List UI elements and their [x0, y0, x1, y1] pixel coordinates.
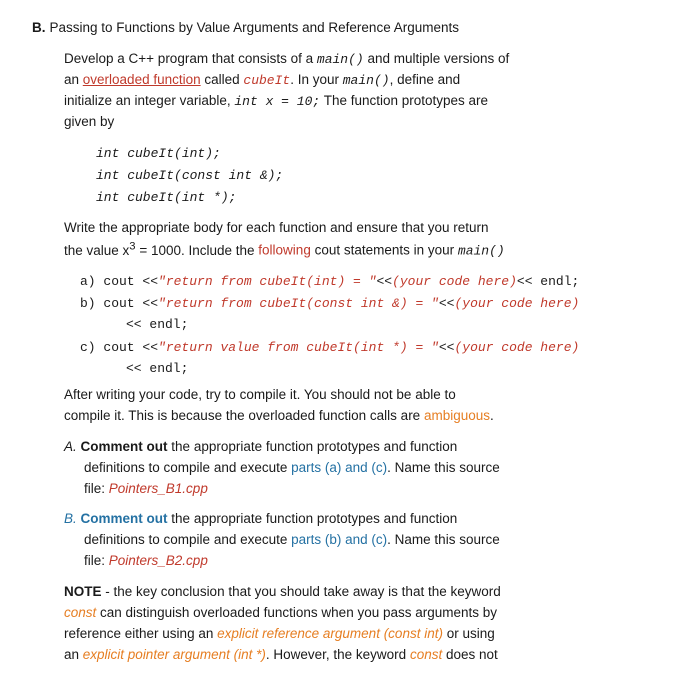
sub-a-text3: . Name this source — [387, 460, 500, 475]
int-x-decl: int x = 10; — [234, 94, 320, 109]
list-a-endl: << endl; — [517, 272, 579, 292]
section-label: B. — [32, 18, 46, 39]
para1-text6: , define and — [390, 72, 461, 87]
para2-text3: cout statements in your — [311, 243, 458, 258]
list-b-str1: "return from cubeIt(const int &) = " — [158, 294, 439, 314]
list-c-endl: << endl; — [126, 361, 188, 376]
cout-list: a) cout << "return from cubeIt(int) = " … — [80, 272, 668, 379]
list-b-endl: << endl; — [126, 317, 188, 332]
note-text6: does not — [442, 647, 498, 662]
list-item-a: a) cout << "return from cubeIt(int) = " … — [80, 272, 668, 292]
note-const1: const — [64, 605, 96, 620]
sub-b-text3: . Name this source — [387, 532, 500, 547]
note-explicit-ref: explicit reference argument (const int) — [217, 626, 443, 641]
ambiguous-word: ambiguous — [424, 408, 490, 423]
sub-b: B. Comment out the appropriate function … — [64, 509, 668, 572]
section-heading: Passing to Functions by Value Arguments … — [50, 18, 459, 39]
list-a-str1: "return from cubeIt(int) = " — [158, 272, 376, 292]
note-or: or using — [443, 626, 495, 641]
para1-text8: The function prototypes are — [320, 93, 488, 108]
sub-a-comment: Comment out — [81, 439, 168, 454]
note-label: NOTE — [64, 584, 102, 599]
para3-text1: After writing your code, try to compile … — [64, 387, 456, 402]
para3-text3: . — [490, 408, 494, 423]
proto-line-3: int cubeIt(int *); — [96, 187, 668, 209]
para3-text2: compile it. This is because the overload… — [64, 408, 424, 423]
sub-a: A. Comment out the appropriate function … — [64, 437, 668, 500]
note-block: NOTE - the key conclusion that you shoul… — [64, 582, 668, 666]
note-text5: . However, the keyword — [266, 647, 410, 662]
proto-1: int cubeIt(int); — [96, 146, 221, 161]
para2-text1: Write the appropriate body for each func… — [64, 220, 489, 235]
para1-text4: called — [201, 72, 244, 87]
para2: Write the appropriate body for each func… — [64, 218, 668, 263]
para1-text7: initialize an integer variable, — [64, 93, 234, 108]
sub-b-comment: Comment out — [81, 511, 168, 526]
para1-text2: and multiple versions of — [364, 51, 510, 66]
following-word: following — [258, 243, 311, 258]
list-a-label: a) cout << — [80, 272, 158, 292]
para1-text5: . In your — [290, 72, 343, 87]
sub-a-indent: definitions to compile and execute — [84, 460, 291, 475]
note-text4: an — [64, 647, 83, 662]
list-c-str1: "return value from cubeIt(int *) = " — [158, 338, 439, 358]
proto-line-1: int cubeIt(int); — [96, 143, 668, 165]
main-func-1: main() — [317, 52, 364, 67]
list-b-label: b) cout << — [80, 294, 158, 314]
para1-text1: Develop a C++ program that consists of a — [64, 51, 317, 66]
note-text2: can distinguish overloaded functions whe… — [96, 605, 497, 620]
sub-b-text1: the appropriate function prototypes and … — [171, 511, 457, 526]
sub-b-indent: definitions to compile and execute — [84, 532, 291, 547]
main-func-2: main() — [343, 73, 390, 88]
prototype-code-block: int cubeIt(int); int cubeIt(const int &)… — [96, 143, 668, 209]
overloaded-func: overloaded function — [83, 72, 201, 87]
note-text3: reference either using an — [64, 626, 217, 641]
sub-b-parts: parts (b) and (c) — [291, 532, 387, 547]
para1-text9: given by — [64, 114, 114, 129]
superscript-3: 3 — [129, 240, 135, 252]
sub-b-file-label: file: — [84, 553, 109, 568]
para2-text2: the value x3 = 1000. Include the — [64, 243, 258, 258]
note-const3: const — [410, 647, 442, 662]
sub-b-filename: Pointers_B2.cpp — [109, 553, 208, 568]
proto-3: int cubeIt(int *); — [96, 190, 236, 205]
sub-a-file-label: file: — [84, 481, 109, 496]
list-c-label: c) cout << — [80, 338, 158, 358]
proto-line-2: int cubeIt(const int &); — [96, 165, 668, 187]
main-content: B. Passing to Functions by Value Argumen… — [32, 18, 668, 666]
para3: After writing your code, try to compile … — [64, 385, 668, 427]
list-b-op1: << — [439, 294, 455, 314]
list-b-your1: (your code here) — [454, 294, 579, 314]
cubeIt-name: cubeIt — [243, 73, 290, 88]
list-c-op1: << — [439, 338, 455, 358]
para1-text3: an — [64, 72, 83, 87]
sub-a-parts: parts (a) and (c) — [291, 460, 387, 475]
sub-a-filename: Pointers_B1.cpp — [109, 481, 208, 496]
sub-b-label: B. — [64, 511, 77, 526]
list-a-op1: << — [376, 272, 392, 292]
main-func-3: main() — [458, 244, 505, 259]
list-item-b: b) cout << "return from cubeIt(const int… — [80, 294, 668, 335]
sub-a-label: A. — [64, 439, 77, 454]
para1: Develop a C++ program that consists of a… — [64, 49, 668, 133]
sub-a-text1: the appropriate function prototypes and … — [171, 439, 457, 454]
proto-2: int cubeIt(const int &); — [96, 168, 283, 183]
note-explicit-ptr: explicit pointer argument (int *) — [83, 647, 266, 662]
list-c-your1: (your code here) — [454, 338, 579, 358]
section-header: B. Passing to Functions by Value Argumen… — [32, 18, 668, 39]
list-a-your1: (your code here) — [392, 272, 517, 292]
note-text1: - the key conclusion that you should tak… — [102, 584, 501, 599]
list-item-c: c) cout << "return value from cubeIt(int… — [80, 338, 668, 379]
